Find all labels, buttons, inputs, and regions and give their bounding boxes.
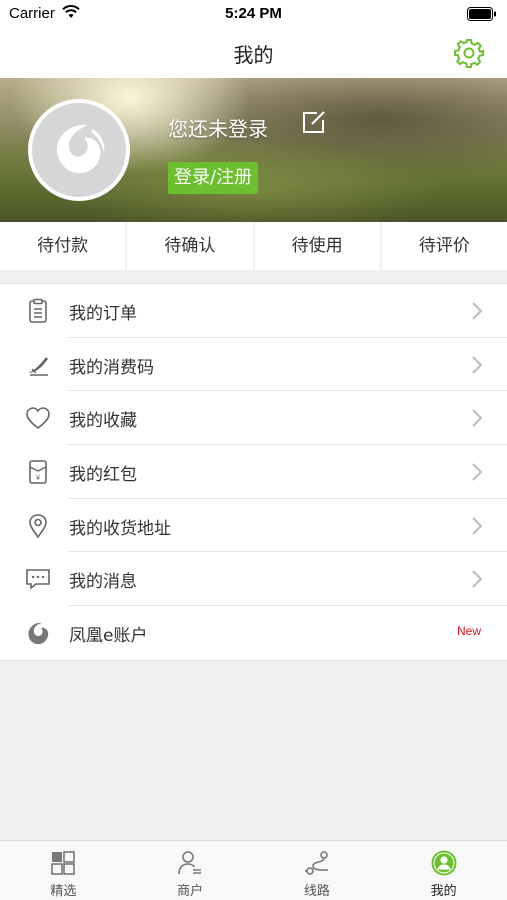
chevron-right-icon — [472, 517, 483, 535]
phoenix-icon — [28, 623, 49, 645]
avatar-placeholder — [32, 103, 126, 197]
menu-item-label: 凤凰e账户 — [69, 626, 148, 647]
login-register-button[interactable]: 登录/注册 — [168, 162, 259, 194]
menu-item-label: 我的消息 — [69, 572, 137, 593]
new-badge: New — [456, 624, 481, 639]
page-title: 我的 — [233, 43, 274, 67]
location-pin-icon — [29, 513, 47, 539]
menu-item-label: 我的红包 — [69, 465, 137, 486]
tab-label: 我的 — [430, 884, 457, 899]
heart-icon — [26, 407, 50, 430]
tab-pending-payment[interactable]: 待付款 — [0, 222, 128, 270]
clipboard-icon — [29, 298, 47, 323]
avatar[interactable] — [28, 99, 130, 201]
menu-item-favorites[interactable]: 我的收藏 — [0, 391, 507, 445]
svg-text:¥: ¥ — [36, 474, 41, 482]
profile-header: 您还未登录 登录/注册 — [0, 78, 507, 222]
menu-item-messages[interactable]: 我的消息 — [0, 552, 507, 606]
tab-pending-confirmation[interactable]: 待确认 — [127, 222, 255, 270]
menu-item-red-envelope[interactable]: ¥ 我的红包 — [0, 445, 507, 499]
grid-icon — [51, 851, 76, 875]
tab-pending-use[interactable]: 待使用 — [255, 222, 382, 270]
route-icon — [304, 851, 328, 875]
tab-bar: 精选 商户 线路 我的 — [0, 840, 507, 900]
menu-item-shipping-address[interactable]: 我的收货地址 — [0, 499, 507, 553]
menu-item-orders[interactable]: 我的订单 — [0, 284, 507, 338]
order-status-tabs: 待付款 待确认 待使用 待评价 — [0, 222, 507, 270]
tab-label: 线路 — [303, 884, 330, 899]
tab-routes[interactable]: 线路 — [254, 841, 381, 900]
account-menu: 我的订单 我的消费码 我的收藏 ¥ 我的红包 我的收货地址 我的消息 凤凰e账户… — [0, 283, 507, 661]
menu-item-label: 我的消费码 — [69, 357, 154, 378]
phoenix-logo-icon — [56, 124, 105, 174]
profile-icon — [431, 850, 457, 876]
code-icon — [28, 356, 48, 376]
menu-item-label: 我的订单 — [69, 304, 137, 324]
tab-merchants[interactable]: 商户 — [127, 841, 254, 900]
battery-icon — [467, 7, 496, 21]
chevron-right-icon — [472, 355, 483, 374]
chevron-right-icon — [472, 302, 483, 320]
gear-icon[interactable] — [453, 37, 485, 69]
tab-label: 精选 — [50, 884, 77, 899]
chevron-right-icon — [472, 409, 483, 428]
tab-label: 商户 — [177, 884, 204, 899]
message-icon — [26, 569, 50, 591]
edit-icon[interactable] — [301, 109, 327, 135]
menu-item-label: 我的收货地址 — [69, 518, 171, 539]
clock: 5:24 PM — [225, 5, 282, 22]
merchant-icon — [178, 851, 202, 875]
chevron-right-icon — [472, 570, 483, 589]
status-bar: Carrier 5:24 PM — [0, 0, 507, 28]
menu-item-consumption-code[interactable]: 我的消费码 — [0, 338, 507, 392]
tab-pending-review[interactable]: 待评价 — [382, 222, 507, 270]
chevron-right-icon — [472, 463, 483, 481]
tab-mine[interactable]: 我的 — [380, 841, 507, 900]
red-envelope-icon: ¥ — [29, 460, 47, 484]
login-hint: 您还未登录 — [168, 117, 268, 141]
navigation-bar: 我的 — [0, 28, 507, 78]
tab-featured[interactable]: 精选 — [0, 841, 127, 900]
menu-item-label: 我的收藏 — [69, 411, 137, 432]
menu-item-phoenix-e-account[interactable]: 凤凰e账户 New — [0, 606, 507, 660]
